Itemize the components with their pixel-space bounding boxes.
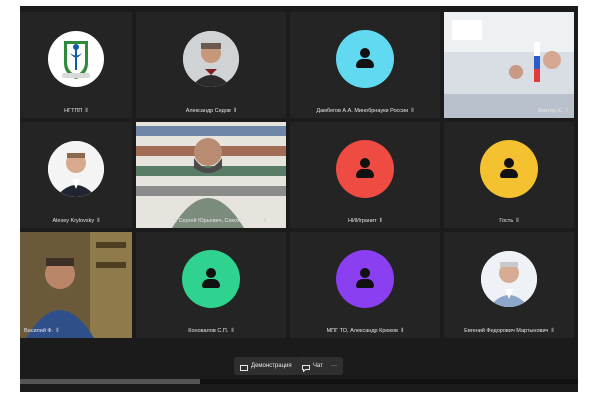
participant-tile[interactable]: Коновалов С.П. ⦀	[136, 232, 286, 338]
participant-tile[interactable]: МПГ ТО, Александр Крюков ⦀	[290, 232, 440, 338]
participant-name: НГТПП ⦀	[64, 108, 88, 114]
participant-name: Коновалов С.П. ⦀	[188, 328, 234, 334]
person-icon	[354, 47, 376, 70]
participant-video	[20, 232, 132, 338]
participant-avatar	[336, 29, 394, 88]
screen-share-icon	[240, 362, 248, 371]
mic-off-icon: ⦀	[551, 328, 554, 334]
participant-avatar	[182, 249, 240, 308]
organization-logo	[48, 30, 104, 87]
participant-avatar	[480, 139, 538, 198]
participant-tile[interactable]: Alexey Krylovsky ⦀	[20, 122, 132, 228]
mic-off-icon: ⦀	[85, 108, 88, 114]
participant-photo	[48, 140, 104, 197]
person-icon	[200, 267, 222, 290]
participant-name: Гость ⦀	[499, 218, 519, 224]
scrollbar-thumb[interactable]	[20, 379, 200, 384]
mic-off-icon: ⦀	[264, 218, 267, 224]
participant-tile-active[interactable]: Виктор Х. ⦀	[444, 12, 574, 118]
mic-off-icon: ⦀	[231, 328, 234, 334]
participant-avatar	[336, 249, 394, 308]
mic-off-icon: ⦀	[379, 218, 383, 224]
participant-name: Евгений Федорович Мартынович ⦀	[464, 328, 554, 334]
horizontal-scrollbar[interactable]	[20, 379, 578, 384]
participant-tile[interactable]: Александр Седов ⦀	[136, 12, 286, 118]
conference-window: НГТПП ⦀ Александр Седов ⦀ Дамбегов А.А. …	[20, 6, 578, 392]
participant-photo	[481, 250, 537, 307]
chat-button[interactable]: Чат	[296, 357, 329, 375]
participant-tile[interactable]: Дамбегов А.А. Минобрнауки России ⦀	[290, 12, 440, 118]
participant-video	[136, 122, 286, 228]
participant-tile[interactable]: Евгений Федорович Мартынович ⦀	[444, 232, 574, 338]
participant-tile[interactable]: НГТПП ⦀	[20, 12, 132, 118]
participant-tile[interactable]: НИИгранит ⦀	[290, 122, 440, 228]
participant-tile[interactable]: Гость ⦀	[444, 122, 574, 228]
participant-video	[444, 12, 574, 118]
participant-name: Василий Ф. ⦀	[24, 328, 59, 334]
participant-tile[interactable]: Белокин Сергей Юрьевич, Сокохоменсит ⦀	[136, 122, 286, 228]
screen-share-button[interactable]: Демонстрация	[234, 357, 298, 375]
participant-name: Александр Седов ⦀	[185, 108, 237, 114]
person-icon	[498, 157, 520, 180]
mic-off-icon: ⦀	[233, 108, 237, 114]
participant-name: НИИгранит ⦀	[347, 218, 383, 224]
mic-off-icon: ⦀	[565, 108, 568, 114]
mic-off-icon: ⦀	[56, 328, 59, 334]
mic-off-icon: ⦀	[97, 218, 100, 224]
person-icon	[354, 267, 376, 290]
participant-name: МПГ ТО, Александр Крюков ⦀	[326, 328, 404, 334]
participants-grid: НГТПП ⦀ Александр Седов ⦀ Дамбегов А.А. …	[20, 12, 578, 338]
more-button[interactable]: ···	[325, 357, 343, 375]
chat-icon	[302, 362, 310, 373]
participant-name: Дамбегов А.А. Минобрнауки России ⦀	[316, 108, 414, 114]
participant-photo	[183, 30, 239, 87]
participant-tile[interactable]: Василий Ф. ⦀	[20, 232, 132, 338]
mic-off-icon: ⦀	[411, 108, 414, 114]
person-icon	[354, 157, 376, 180]
mic-off-icon: ⦀	[400, 328, 404, 334]
participant-avatar	[336, 139, 394, 198]
participant-name: Виктор Х. ⦀	[538, 108, 568, 114]
participant-name: Белокин Сергей Юрьевич, Сокохоменсит ⦀	[155, 218, 267, 224]
participant-name: Alexey Krylovsky ⦀	[52, 218, 100, 224]
bottom-toolbar: Демонстрация Чат ···	[20, 352, 578, 380]
mic-off-icon: ⦀	[516, 218, 519, 224]
